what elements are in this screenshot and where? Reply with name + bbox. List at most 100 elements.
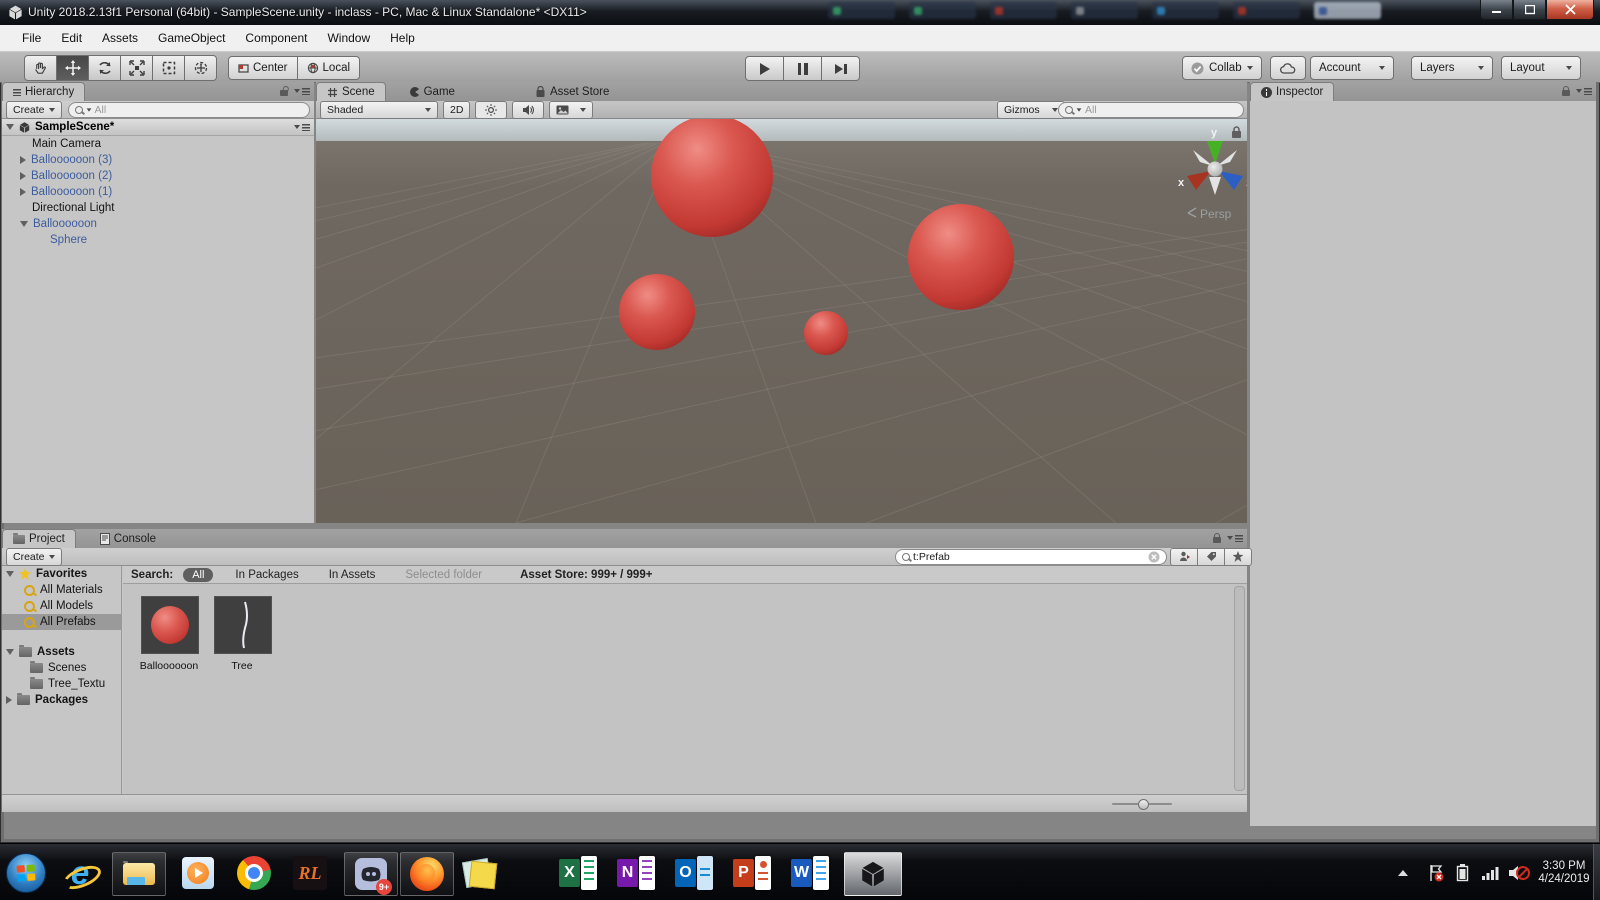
lock-icon[interactable] bbox=[1213, 537, 1221, 543]
minimize-button[interactable] bbox=[1480, 0, 1513, 20]
play-button[interactable] bbox=[745, 56, 784, 81]
runelite-icon[interactable]: RL bbox=[288, 852, 332, 894]
tree-tree-textures[interactable]: Tree_Textu bbox=[2, 676, 121, 692]
hierarchy-create-button[interactable]: Create bbox=[6, 101, 62, 119]
menu-help[interactable]: Help bbox=[380, 27, 425, 49]
scene-header-menu-icon[interactable] bbox=[294, 123, 310, 131]
menu-assets[interactable]: Assets bbox=[92, 27, 148, 49]
asset-balloon-thumbnail[interactable] bbox=[141, 596, 199, 654]
asset-store-tab[interactable]: Asset Store bbox=[525, 83, 619, 101]
inspector-tab[interactable]: Inspector bbox=[1250, 82, 1334, 101]
collab-button[interactable]: Collab bbox=[1182, 56, 1262, 80]
rect-tool-button[interactable] bbox=[153, 55, 185, 81]
balloon-sphere-right[interactable] bbox=[908, 204, 1014, 310]
menu-window[interactable]: Window bbox=[317, 27, 380, 49]
scope-in-packages[interactable]: In Packages bbox=[235, 569, 298, 581]
scene-tab[interactable]: Scene bbox=[316, 82, 386, 101]
search-by-type-button[interactable] bbox=[1170, 548, 1198, 566]
hierarchy-item-balloon-1[interactable]: Balloooooon (1) bbox=[2, 184, 314, 200]
scale-tool-button[interactable] bbox=[121, 55, 153, 81]
asset-balloon-label[interactable]: Balloooooon bbox=[133, 660, 205, 672]
tree-all-materials[interactable]: All Materials bbox=[2, 582, 121, 598]
menu-gameobject[interactable]: GameObject bbox=[148, 27, 235, 49]
scene-viewport[interactable]: y x z Persp bbox=[316, 119, 1247, 523]
sticky-notes-icon[interactable] bbox=[456, 852, 500, 894]
discord-icon[interactable]: 9+ bbox=[344, 852, 398, 896]
space-toggle-button[interactable]: Local bbox=[298, 56, 361, 80]
project-create-button[interactable]: Create bbox=[6, 548, 62, 566]
balloon-sphere-small[interactable] bbox=[804, 311, 848, 355]
lock-icon[interactable] bbox=[1562, 90, 1570, 96]
layers-dropdown[interactable]: Layers bbox=[1411, 56, 1493, 80]
lighting-toggle-button[interactable] bbox=[475, 101, 507, 119]
hierarchy-search-input[interactable]: All bbox=[68, 102, 310, 118]
menu-file[interactable]: File bbox=[12, 27, 51, 49]
scene-search-input[interactable]: All bbox=[1058, 102, 1244, 118]
account-dropdown[interactable]: Account bbox=[1310, 56, 1394, 80]
asset-tree-label[interactable]: Tree bbox=[206, 660, 278, 672]
powerpoint-icon[interactable]: P bbox=[730, 852, 774, 894]
network-signal-icon[interactable] bbox=[1482, 844, 1500, 900]
menu-edit[interactable]: Edit bbox=[51, 27, 92, 49]
lock-icon[interactable] bbox=[280, 90, 288, 96]
tree-all-models[interactable]: All Models bbox=[2, 598, 121, 614]
asset-store-count[interactable]: Asset Store: 999+ / 999+ bbox=[520, 569, 652, 581]
rotate-tool-button[interactable] bbox=[89, 55, 121, 81]
hierarchy-tab[interactable]: Hierarchy bbox=[2, 82, 85, 101]
excel-icon[interactable]: X bbox=[556, 852, 600, 894]
hierarchy-item-balloon-2[interactable]: Balloooooon (2) bbox=[2, 168, 314, 184]
tree-packages[interactable]: Packages bbox=[2, 692, 121, 708]
pivot-toggle-button[interactable]: Center bbox=[228, 56, 298, 80]
move-tool-button[interactable] bbox=[57, 55, 89, 81]
saved-search-star-button[interactable] bbox=[1225, 548, 1252, 566]
internet-explorer-icon[interactable]: e bbox=[58, 852, 102, 894]
panel-menu-icon[interactable] bbox=[1576, 87, 1592, 95]
foldout-icon[interactable] bbox=[20, 156, 26, 164]
firefox-icon[interactable] bbox=[400, 852, 454, 896]
title-bar[interactable]: Unity 2018.2.13f1 Personal (64bit) - Sam… bbox=[0, 0, 1600, 26]
audio-toggle-button[interactable] bbox=[512, 101, 544, 119]
project-tab[interactable]: Project bbox=[2, 529, 76, 548]
balloon-sphere-large[interactable] bbox=[651, 119, 773, 237]
foldout-icon[interactable] bbox=[20, 221, 28, 227]
file-explorer-icon[interactable] bbox=[112, 852, 166, 896]
gizmos-dropdown[interactable]: Gizmos bbox=[997, 101, 1065, 119]
tree-all-prefabs-selected[interactable]: All Prefabs bbox=[2, 614, 121, 630]
panel-menu-icon[interactable] bbox=[1227, 534, 1243, 542]
hand-tool-button[interactable] bbox=[24, 55, 57, 81]
tree-assets[interactable]: Assets bbox=[2, 644, 121, 660]
projection-label[interactable]: Persp bbox=[1200, 207, 1232, 221]
battery-icon[interactable] bbox=[1456, 844, 1469, 900]
unity-taskbar-icon[interactable] bbox=[844, 852, 902, 896]
scope-all[interactable]: All bbox=[183, 568, 213, 582]
foldout-icon[interactable] bbox=[6, 696, 12, 704]
gizmo-center[interactable] bbox=[1208, 162, 1223, 177]
clear-search-icon[interactable] bbox=[1148, 551, 1160, 563]
close-button[interactable] bbox=[1546, 0, 1594, 20]
search-by-label-button[interactable] bbox=[1198, 548, 1225, 566]
maximize-button[interactable] bbox=[1513, 0, 1546, 20]
console-tab[interactable]: Console bbox=[90, 530, 166, 548]
taskbar-clock[interactable]: 3:30 PM 4/24/2019 bbox=[1534, 844, 1594, 900]
pause-button[interactable] bbox=[784, 56, 822, 81]
media-player-icon[interactable] bbox=[176, 852, 220, 894]
onenote-icon[interactable]: N bbox=[614, 852, 658, 894]
shading-mode-dropdown[interactable]: Shaded bbox=[320, 101, 438, 119]
tree-scenes[interactable]: Scenes bbox=[2, 660, 121, 676]
balloon-sphere-left[interactable] bbox=[619, 274, 695, 350]
action-center-flag-icon[interactable] bbox=[1428, 844, 1444, 900]
asset-tree-thumbnail[interactable] bbox=[214, 596, 272, 654]
foldout-icon[interactable] bbox=[20, 188, 26, 196]
hierarchy-item-sphere[interactable]: Sphere bbox=[2, 232, 314, 248]
volume-muted-icon[interactable] bbox=[1508, 844, 1530, 900]
asset-grid-scrollbar[interactable] bbox=[1234, 586, 1245, 791]
show-desktop-button[interactable] bbox=[1593, 844, 1600, 900]
scene-header-row[interactable]: SampleScene* bbox=[2, 119, 314, 136]
hierarchy-item-balloon-3[interactable]: Balloooooon (3) bbox=[2, 152, 314, 168]
scope-in-assets[interactable]: In Assets bbox=[329, 569, 376, 581]
panel-menu-icon[interactable] bbox=[294, 87, 310, 95]
tray-expand-button[interactable] bbox=[1398, 844, 1408, 900]
thumbnail-size-slider-thumb[interactable] bbox=[1138, 799, 1149, 810]
foldout-icon[interactable] bbox=[6, 571, 14, 577]
2d-toggle-button[interactable]: 2D bbox=[443, 101, 470, 119]
